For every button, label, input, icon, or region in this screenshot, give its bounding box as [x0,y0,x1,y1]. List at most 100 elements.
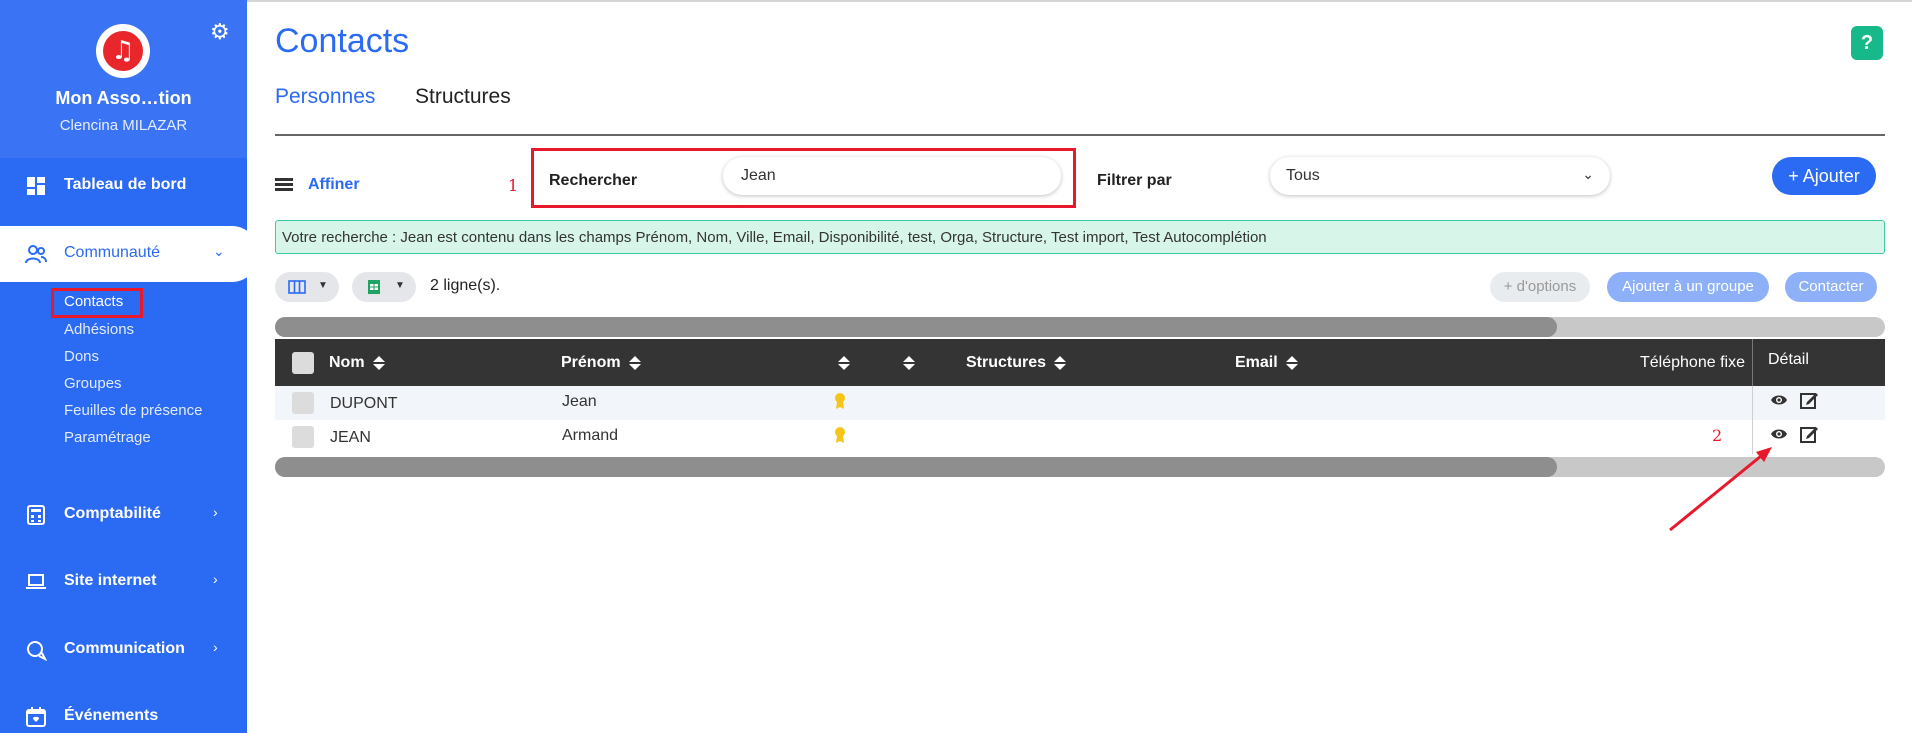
chat-icon [27,641,47,661]
subnav-dons[interactable]: Dons [64,348,99,365]
caret-down-icon: ▼ [395,280,405,291]
calculator-icon [27,505,45,525]
row-checkbox[interactable] [292,392,314,414]
add-to-group-button[interactable]: Ajouter à un groupe [1607,272,1769,302]
table-row[interactable]: JEAN Armand [275,420,1885,454]
nav-label: Comptabilité [64,505,161,522]
column-label: Prénom [561,354,621,371]
column-header-nom[interactable]: Nom [329,354,385,372]
nav-item-dashboard[interactable]: Tableau de bord [0,161,247,211]
edit-icon[interactable] [1800,425,1818,448]
column-header-unnamed-1[interactable] [830,354,850,372]
column-header-unnamed-2[interactable] [895,354,915,372]
column-header-prenom[interactable]: Prénom [561,354,641,372]
nav-item-evenements[interactable]: Événements [0,692,247,733]
scrollbar-thumb[interactable] [275,317,1557,337]
menu-icon[interactable] [275,178,293,192]
columns-icon [288,280,306,294]
top-border [0,0,1912,2]
chevron-right-icon: › [213,571,218,587]
help-button[interactable]: ? [1851,26,1883,60]
sort-icon[interactable] [628,355,641,370]
scrollbar-thumb[interactable] [275,457,1557,477]
more-options-button[interactable]: + d'options [1490,272,1590,302]
nav-item-communaute[interactable]: Communauté ⌄ [0,226,258,282]
sort-icon[interactable] [903,355,915,370]
column-label: Détail [1768,351,1809,368]
chevron-down-icon: ⌄ [213,243,225,259]
subnav-groupes[interactable]: Groupes [64,375,122,392]
eye-icon[interactable] [1770,393,1788,411]
column-header-structures[interactable]: Structures [966,354,1067,372]
caret-down-icon: ▼ [318,280,328,291]
table-row[interactable]: DUPONT Jean [275,386,1885,420]
search-input[interactable]: Jean [723,157,1061,195]
affiner-link[interactable]: Affiner [308,176,360,194]
org-logo[interactable]: ♫ [96,24,150,78]
subnav-parametrage[interactable]: Paramétrage [64,429,151,446]
contact-button[interactable]: Contacter [1785,272,1877,302]
nav-label: Communication [64,640,185,657]
nav-label: Communauté [64,244,161,261]
chevron-right-icon: › [213,639,218,655]
sidebar-header: ♫ ⚙ Mon Asso…tion Clencina MILAZAR [0,0,247,158]
org-name: Mon Asso…tion [55,88,192,108]
cell-nom: JEAN [330,429,371,446]
nav-label: Événements [64,707,159,724]
filter-value: Tous [1286,167,1320,184]
columns-button[interactable]: ▼ [275,272,339,302]
tabs-divider [275,134,1885,136]
nav-label: Site internet [64,572,157,589]
annotation-label-1: 1 [508,176,519,195]
spreadsheet-icon [368,280,380,294]
sort-icon[interactable] [1285,355,1298,370]
chevron-down-icon: ⌄ [1582,166,1594,182]
select-all-checkbox[interactable] [292,352,314,374]
cell-prenom: Armand [562,427,619,444]
users-icon [25,245,47,264]
column-label: Structures [966,354,1047,371]
sort-icon[interactable] [372,355,385,370]
filter-label: Filtrer par [1097,172,1172,189]
cell-nom: DUPONT [330,395,398,412]
horizontal-scrollbar-top[interactable] [275,317,1885,337]
sort-icon[interactable] [838,355,850,370]
award-icon [833,426,847,449]
chevron-right-icon: › [213,504,218,520]
dashboard-icon [27,177,45,195]
search-label: Rechercher [549,172,638,189]
tab-personnes[interactable]: Personnes [275,85,375,109]
add-button[interactable]: + Ajouter [1772,157,1876,195]
cell-prenom: Jean [562,393,597,410]
sidebar: ♫ ⚙ Mon Asso…tion Clencina MILAZAR Table… [0,0,258,733]
tab-structures[interactable]: Structures [415,85,511,109]
row-checkbox[interactable] [292,426,314,448]
annotation-arrow [1669,447,1772,532]
rows-count: 2 ligne(s). [430,277,501,294]
subnav-contacts[interactable]: Contacts [64,293,123,310]
column-label: Nom [329,354,365,371]
edit-icon[interactable] [1800,391,1818,414]
subnav-adhesions[interactable]: Adhésions [64,321,134,338]
nav-label: Tableau de bord [64,176,187,193]
award-icon [833,392,847,415]
subnav-feuilles[interactable]: Feuilles de présence [64,402,202,419]
sort-icon[interactable] [1054,355,1067,370]
page-title: Contacts [275,22,410,60]
table-header: Nom Prénom Structures Email Téléphone fi… [275,339,1885,386]
search-info-bar: Votre recherche : Jean est contenu dans … [275,220,1885,254]
column-header-telephone[interactable]: Téléphone fixe [1640,354,1745,372]
filter-select[interactable]: Tous ⌄ [1270,157,1610,195]
nav-item-communication[interactable]: Communication › [0,625,247,675]
nav-item-comptabilite[interactable]: Comptabilité › [0,490,247,540]
music-note-icon: ♫ [103,31,143,71]
column-label: Email [1235,354,1278,371]
calendar-icon [26,707,46,727]
export-button[interactable]: ▼ [352,272,416,302]
column-header-email[interactable]: Email [1235,354,1298,372]
user-name: Clencina MILAZAR [59,117,188,134]
gear-icon[interactable]: ⚙ [210,20,230,45]
nav-item-site[interactable]: Site internet › [0,557,247,607]
horizontal-scrollbar-bottom[interactable] [275,457,1885,477]
column-header-detail: Détail [1752,339,1885,386]
